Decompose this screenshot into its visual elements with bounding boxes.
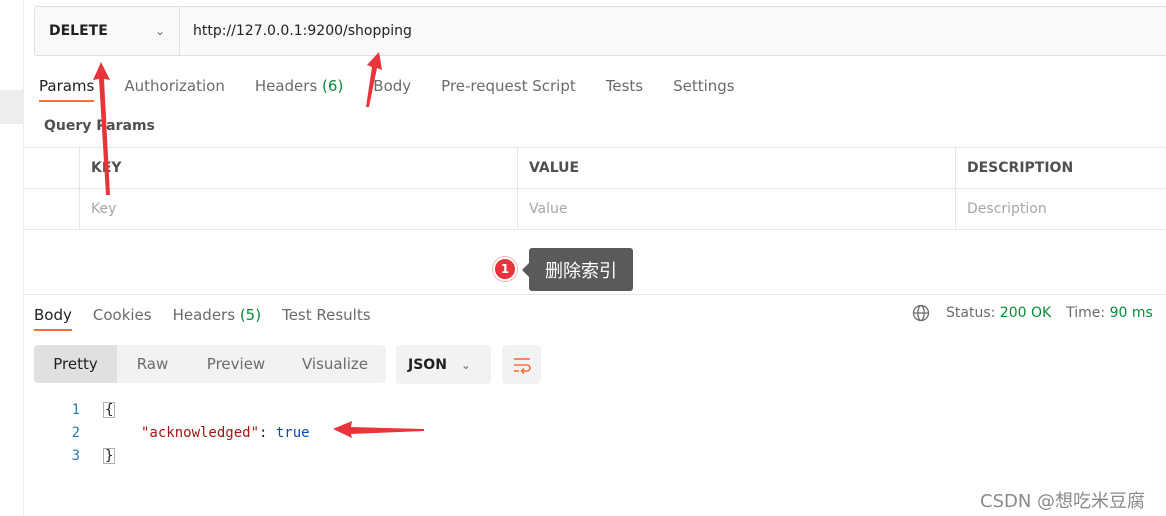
- chevron-down-icon: ⌄: [154, 24, 165, 38]
- response-tabs: Body Cookies Headers (5) Test Results: [34, 303, 392, 331]
- format-label: JSON: [408, 356, 447, 373]
- code-line: 1 {: [60, 398, 310, 421]
- wrap-lines-button[interactable]: [502, 345, 541, 384]
- time-label: Time:: [1066, 305, 1106, 321]
- view-mode-raw[interactable]: Raw: [117, 345, 188, 383]
- response-headers-count: (5): [239, 306, 262, 324]
- tab-tests[interactable]: Tests: [606, 74, 643, 102]
- json-value: true: [275, 424, 310, 441]
- pane-divider[interactable]: [24, 294, 1166, 295]
- url-text: http://127.0.0.1:9200/shopping: [193, 23, 412, 39]
- annotation-badge: 1: [493, 257, 517, 281]
- json-key: "acknowledged": [141, 424, 260, 441]
- view-mode-preview[interactable]: Preview: [188, 345, 284, 383]
- watermark: CSDN @想吃米豆腐: [980, 491, 1146, 512]
- view-mode-selector: Pretty Raw Preview Visualize: [34, 345, 386, 383]
- tab-test-results[interactable]: Test Results: [282, 303, 370, 331]
- tab-response-headers[interactable]: Headers (5): [173, 303, 261, 331]
- status-value: 200 OK: [999, 305, 1052, 321]
- left-sidebar-strip: [0, 0, 24, 516]
- status-label: Status:: [946, 305, 996, 321]
- tab-settings[interactable]: Settings: [673, 74, 735, 102]
- code-line: 2 "acknowledged": true: [60, 421, 310, 444]
- tab-pre-request-script[interactable]: Pre-request Script: [441, 74, 576, 102]
- column-header-value: VALUE: [518, 148, 956, 188]
- table-row: Key Value Description: [24, 189, 1166, 230]
- close-brace: }: [103, 447, 116, 464]
- time-value: 90 ms: [1109, 305, 1153, 321]
- line-number: 3: [71, 447, 80, 464]
- row-checkbox-cell: [24, 189, 80, 229]
- arrow-to-response: [333, 421, 424, 438]
- tab-params[interactable]: Params: [39, 74, 95, 102]
- http-method-select[interactable]: DELETE ⌄: [35, 7, 180, 55]
- query-params-title: Query Params: [44, 118, 155, 134]
- request-url-bar: DELETE ⌄ http://127.0.0.1:9200/shopping: [34, 6, 1166, 56]
- tab-headers[interactable]: Headers (6): [255, 74, 343, 102]
- http-method-label: DELETE: [49, 23, 108, 39]
- line-number: 2: [71, 424, 80, 441]
- globe-icon[interactable]: [912, 304, 930, 322]
- code-line: 3 }: [60, 444, 310, 467]
- tab-authorization[interactable]: Authorization: [124, 74, 224, 102]
- table-header-row: KEY VALUE DESCRIPTION: [24, 148, 1166, 189]
- line-number: 1: [71, 401, 80, 418]
- url-input[interactable]: http://127.0.0.1:9200/shopping: [180, 7, 1166, 55]
- open-brace: {: [103, 401, 116, 418]
- annotation-tooltip: 删除索引: [522, 248, 633, 291]
- request-tabs: Params Authorization Headers (6) Body Pr…: [39, 74, 765, 102]
- response-meta: Status: 200 OK Time: 90 ms S: [912, 304, 1166, 322]
- headers-count: (6): [322, 77, 344, 95]
- tab-cookies[interactable]: Cookies: [93, 303, 152, 331]
- view-mode-visualize[interactable]: Visualize: [284, 345, 386, 383]
- checkbox-column-header: [24, 148, 80, 188]
- query-params-table: KEY VALUE DESCRIPTION Key Value Descript…: [24, 147, 1166, 230]
- format-select[interactable]: JSON ⌄: [396, 345, 491, 384]
- chevron-down-icon: ⌄: [460, 357, 471, 372]
- json-colon: :: [259, 424, 276, 441]
- key-input[interactable]: Key: [80, 189, 518, 229]
- view-mode-pretty[interactable]: Pretty: [34, 345, 117, 383]
- wrap-lines-icon: [513, 357, 531, 374]
- description-input[interactable]: Description: [956, 189, 1166, 229]
- tab-response-body[interactable]: Body: [34, 303, 72, 331]
- sidebar-selected-item[interactable]: [0, 90, 24, 124]
- response-code-viewer[interactable]: 1 { 2 "acknowledged": true 3 }: [60, 398, 310, 467]
- value-input[interactable]: Value: [518, 189, 956, 229]
- tab-body[interactable]: Body: [373, 74, 411, 102]
- column-header-description: DESCRIPTION: [967, 160, 1074, 176]
- column-header-key: KEY: [80, 148, 518, 188]
